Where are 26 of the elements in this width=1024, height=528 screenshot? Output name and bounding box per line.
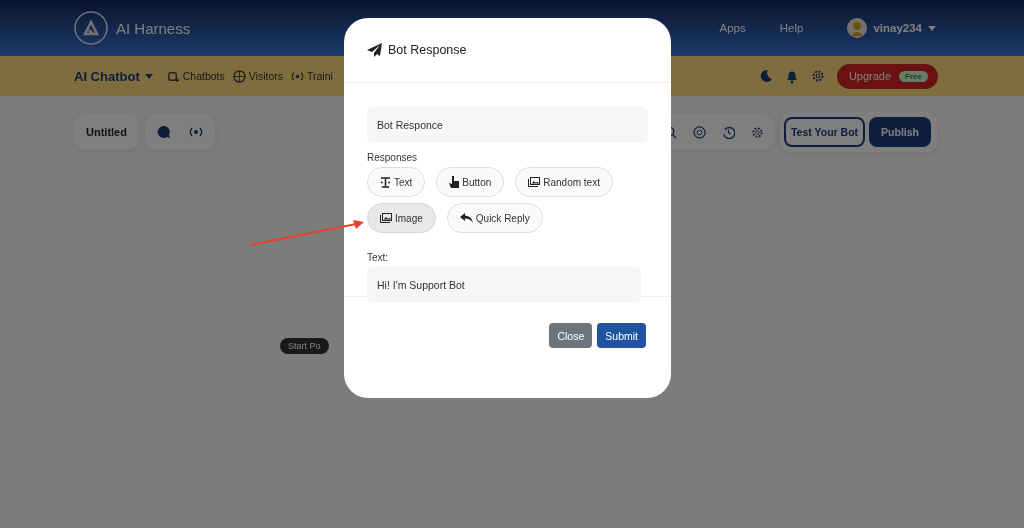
- flow-title: Untitled: [74, 114, 139, 150]
- product-menu[interactable]: AI Chatbot: [74, 68, 153, 84]
- nav-link[interactable]: Visitors: [232, 69, 283, 83]
- submit-button[interactable]: Submit: [597, 323, 646, 348]
- plan-badge: Free: [899, 70, 928, 82]
- upgrade-button[interactable]: Upgrade Free: [836, 63, 938, 89]
- brand-name: AI Harness: [116, 19, 191, 37]
- response-type-button[interactable]: Quick Reply: [446, 203, 543, 233]
- user-menu[interactable]: vinay234: [847, 18, 936, 38]
- start-node[interactable]: Start Po: [280, 338, 329, 354]
- response-type-button[interactable]: Random text: [515, 167, 613, 197]
- nav-link[interactable]: Traini: [291, 69, 333, 83]
- response-type-button[interactable]: Text: [367, 167, 426, 197]
- nav-link[interactable]: Help: [779, 22, 804, 34]
- response-type-button[interactable]: Image: [367, 203, 436, 233]
- close-button[interactable]: Close: [549, 323, 593, 348]
- test-bot-button[interactable]: Test Your Bot: [784, 117, 866, 147]
- response-type-button[interactable]: Button: [436, 167, 505, 197]
- nav-link[interactable]: Apps: [719, 22, 746, 34]
- field-label: Text:: [367, 252, 390, 263]
- name-field[interactable]: Bot Responce: [367, 107, 648, 143]
- dialog-title: Bot Response: [388, 43, 467, 57]
- publish-button[interactable]: Publish: [869, 117, 931, 147]
- nav-link[interactable]: Chatbots: [166, 69, 225, 83]
- field-label: Responses: [367, 152, 419, 163]
- text-field[interactable]: Hi! I'm Support Bot: [367, 267, 641, 303]
